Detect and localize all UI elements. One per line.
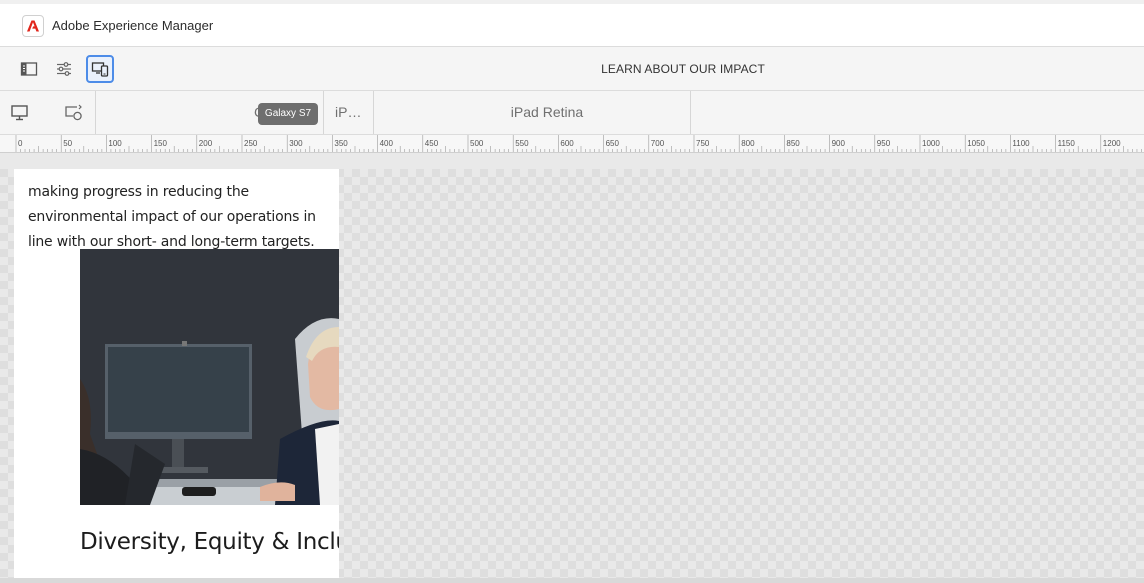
ruler-label: 250	[244, 139, 258, 148]
ruler-label: 50	[63, 139, 72, 148]
emulator-toggle-button[interactable]	[86, 55, 114, 83]
ruler-label: 500	[470, 139, 484, 148]
emulator-bar: C iP… iPad Retina Galaxy S7	[0, 91, 1144, 135]
ruler-label: 350	[334, 139, 348, 148]
ruler-label: 0	[18, 139, 23, 148]
ruler-scale: 0 50 100 150 200 250 300 350 400 450 500 550 600 650 7…	[15, 135, 1142, 152]
section-heading: Diversity, Equity & Inclusion	[80, 529, 339, 555]
ruler-label: 1050	[967, 139, 985, 148]
ruler: 0 50 100 150 200 250 300 350 400 450 500 550 600 650 7…	[0, 135, 1144, 153]
ruler-label: 1150	[1058, 139, 1076, 148]
ruler-label: 950	[877, 139, 891, 148]
ruler-label: 650	[606, 139, 620, 148]
meeting-photo	[80, 249, 339, 505]
device-tooltip: Galaxy S7	[258, 103, 318, 125]
ruler-label: 550	[515, 139, 529, 148]
app-header: Adobe Experience Manager	[0, 4, 1144, 47]
page-properties-button[interactable]	[50, 55, 78, 83]
app-title: Adobe Experience Manager	[52, 18, 214, 33]
editor-toolbar: LEARN ABOUT OUR IMPACT	[0, 47, 1144, 91]
device-viewport[interactable]: making progress in reducing the environm…	[14, 169, 339, 583]
ruler-label: 700	[651, 139, 665, 148]
canvas-top-strip	[0, 153, 1144, 169]
ruler-label: 1200	[1103, 139, 1121, 148]
ruler-label: 800	[741, 139, 755, 148]
device-divider	[690, 91, 691, 134]
ruler-label: 900	[832, 139, 846, 148]
ruler-label: 1000	[922, 139, 940, 148]
ruler-label: 850	[786, 139, 800, 148]
device-ipad-retina[interactable]: iPad Retina	[374, 91, 690, 134]
emulator-canvas: making progress in reducing the environm…	[0, 153, 1144, 583]
device-label: iPad Retina	[510, 104, 584, 120]
ruler-label: 400	[380, 139, 394, 148]
desktop-icon[interactable]	[9, 103, 31, 123]
ruler-label: 1100	[1012, 139, 1030, 148]
ruler-label: 750	[696, 139, 710, 148]
toggle-side-panel-button[interactable]	[15, 55, 43, 83]
device-iphone[interactable]: iP…	[324, 91, 373, 134]
ruler-label: 100	[108, 139, 122, 148]
ruler-label: 600	[560, 139, 574, 148]
ruler-label: 150	[154, 139, 168, 148]
adobe-logo-icon[interactable]	[22, 15, 44, 37]
side-panel-icon	[20, 62, 38, 76]
page-title: LEARN ABOUT OUR IMPACT	[601, 62, 765, 76]
rotate-device-icon[interactable]	[63, 103, 85, 123]
body-paragraph: making progress in reducing the environm…	[28, 184, 316, 250]
ruler-label: 300	[289, 139, 303, 148]
emulator-icon	[91, 62, 109, 77]
device-label: iP…	[335, 104, 362, 120]
ruler-label: 200	[199, 139, 213, 148]
canvas-bottom-edge	[0, 578, 1144, 583]
properties-icon	[57, 62, 71, 76]
ruler-label: 450	[425, 139, 439, 148]
